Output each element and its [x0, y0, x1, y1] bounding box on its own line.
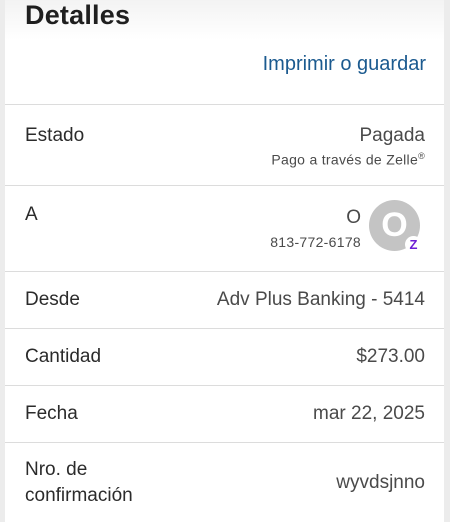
from-label: Desde — [25, 289, 80, 310]
zelle-icon: Z — [405, 236, 422, 253]
payment-method-label: Pago a través de Zelle — [271, 151, 419, 168]
from-account-row: Desde Adv Plus Banking - 5414 — [5, 272, 444, 329]
confirmation-label: Nro. de confirmación — [25, 459, 133, 506]
details-panel: Detalles Imprimir o guardar Estado Pagad… — [5, 0, 444, 522]
amount-row: Cantidad $273.00 — [5, 329, 444, 386]
date-row: Fecha mar 22, 2025 — [5, 386, 444, 443]
status-value: Pagada — [359, 125, 425, 146]
page-title: Detalles — [25, 0, 131, 30]
payment-method-text: Pago a través de Zelle® — [271, 151, 425, 168]
status-row: Estado Pagada Pago a través de Zelle® — [5, 105, 444, 186]
details-header: Detalles Imprimir o guardar — [5, 0, 444, 105]
registered-mark: ® — [418, 151, 425, 161]
date-value: mar 22, 2025 — [313, 403, 425, 424]
status-label: Estado — [25, 125, 85, 146]
recipient-phone: 813-772-6178 — [270, 234, 361, 250]
confirmation-value: wyvdsjnno — [336, 472, 425, 493]
print-or-save-link[interactable]: Imprimir o guardar — [263, 53, 426, 76]
recipient-label: A — [25, 204, 38, 225]
recipient-name: O — [346, 207, 361, 228]
amount-label: Cantidad — [25, 346, 102, 367]
amount-value: $273.00 — [356, 346, 425, 367]
date-label: Fecha — [25, 403, 78, 424]
from-account-value: Adv Plus Banking - 5414 — [216, 289, 425, 310]
